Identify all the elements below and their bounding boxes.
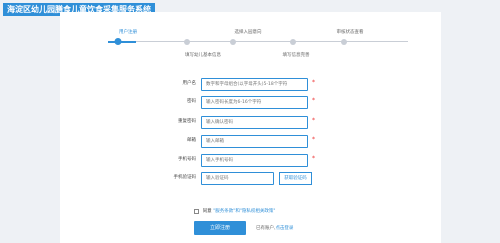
step-child-info-label: 填写幼儿基本信息 bbox=[185, 53, 221, 58]
sms-code-label: 手机验证码 bbox=[173, 175, 197, 180]
username-label: 用户名 bbox=[182, 81, 197, 86]
required-mark: * bbox=[312, 97, 315, 104]
login-hint: 已有账户,点击登录 bbox=[256, 225, 293, 231]
confirm-password-label: 重复密码 bbox=[178, 119, 196, 124]
registration-card: 用户注册 填写幼儿基本信息 选择入园意向 填写信息完善 审核状态查看 用户名 *… bbox=[60, 12, 441, 243]
password-row: 密码 * bbox=[60, 96, 441, 110]
sms-code-input[interactable] bbox=[201, 172, 274, 185]
login-question: 已有账户, bbox=[256, 226, 276, 231]
sms-code-row: 手机验证码 获取验证码 bbox=[60, 172, 441, 186]
progress-track bbox=[108, 41, 408, 42]
step-complete-info-label: 填写信息完善 bbox=[282, 53, 310, 58]
agree-prefix: 同意 bbox=[202, 209, 212, 214]
confirm-password-row: 重复密码 * bbox=[60, 116, 441, 130]
step-register-label: 用户注册 bbox=[119, 30, 137, 35]
progress-track-done bbox=[108, 40, 136, 43]
phone-row: 手机号码 * bbox=[60, 154, 441, 168]
progress-steps: 用户注册 填写幼儿基本信息 选择入园意向 填写信息完善 审核状态查看 bbox=[60, 12, 441, 62]
step-dot-child-info bbox=[184, 38, 190, 45]
username-input[interactable] bbox=[201, 78, 308, 91]
login-link[interactable]: 点击登录 bbox=[275, 226, 293, 231]
step-dot-intent bbox=[230, 38, 236, 45]
agree-checkbox[interactable] bbox=[194, 208, 199, 214]
required-mark: * bbox=[312, 117, 315, 124]
required-mark: * bbox=[312, 155, 315, 162]
register-button[interactable]: 立即注册 bbox=[194, 221, 246, 235]
password-label: 密码 bbox=[187, 99, 196, 104]
terms-link[interactable]: "服务条款"和"隐私权相关政策" bbox=[213, 209, 275, 214]
step-intent-label: 选择入园意向 bbox=[234, 30, 262, 35]
username-row: 用户名 * bbox=[60, 78, 441, 92]
email-input[interactable] bbox=[201, 135, 308, 148]
step-dot-review bbox=[341, 38, 347, 45]
required-mark: * bbox=[312, 136, 315, 143]
password-input[interactable] bbox=[201, 96, 308, 109]
email-label: 邮箱 bbox=[187, 138, 196, 143]
email-row: 邮箱 * bbox=[60, 135, 441, 149]
step-dot-complete-info bbox=[290, 38, 296, 45]
phone-input[interactable] bbox=[201, 154, 308, 167]
step-review-label: 审核状态查看 bbox=[336, 30, 364, 35]
step-dot-register bbox=[114, 38, 122, 45]
agreement-row: 同意 "服务条款"和"隐私权相关政策" bbox=[194, 208, 275, 216]
confirm-password-input[interactable] bbox=[201, 116, 308, 129]
phone-label: 手机号码 bbox=[178, 157, 196, 162]
get-code-button[interactable]: 获取验证码 bbox=[279, 172, 312, 185]
required-mark: * bbox=[312, 79, 315, 86]
